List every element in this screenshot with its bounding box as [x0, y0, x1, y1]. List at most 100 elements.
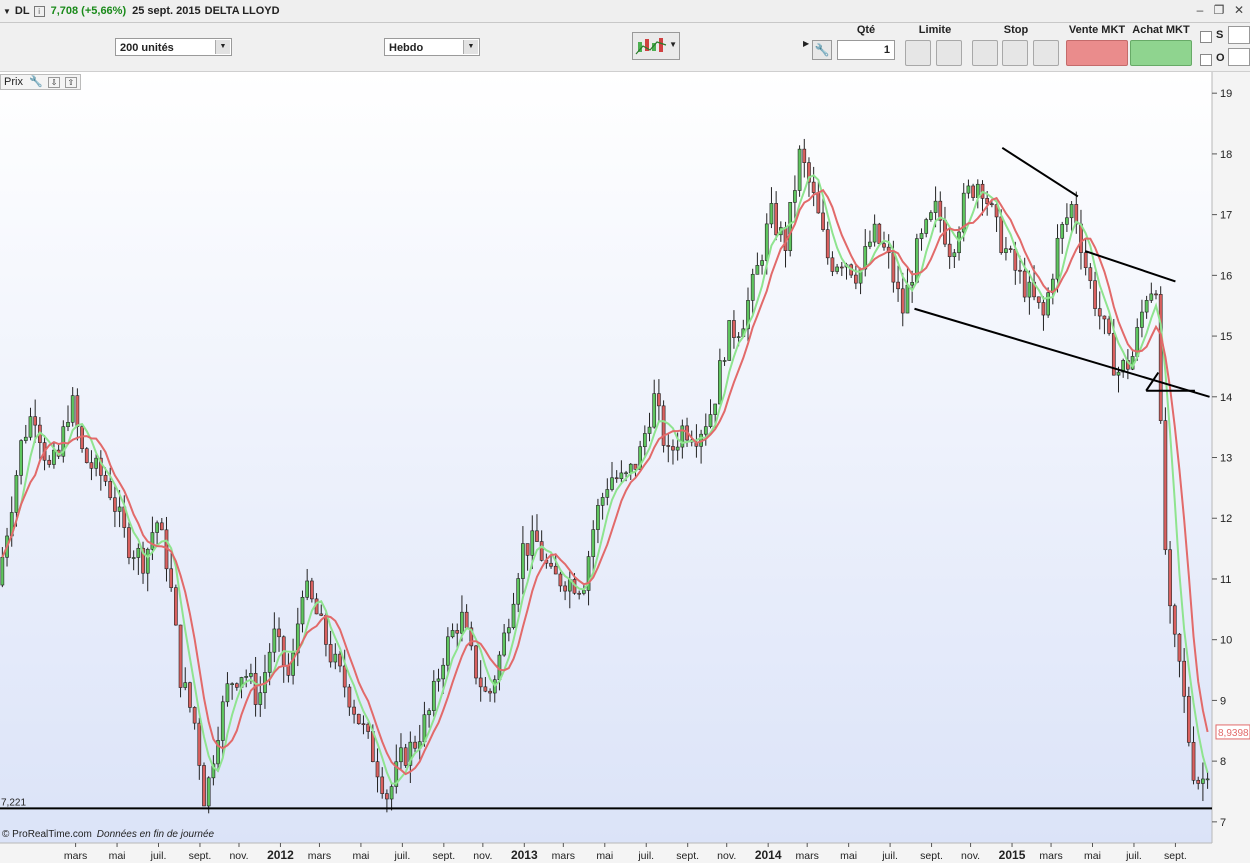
candle-body [272, 628, 277, 653]
minimize-icon[interactable]: – [1193, 3, 1207, 17]
s-checkbox[interactable] [1200, 31, 1212, 43]
symbol-label[interactable]: DL [15, 5, 30, 17]
candle-body [516, 578, 521, 605]
time-tick-label: sept. [676, 850, 699, 862]
chart-style-button[interactable]: ▼ [632, 32, 680, 60]
candle-body [375, 761, 380, 778]
candle-body [628, 463, 633, 474]
candle-body [1149, 293, 1154, 301]
candle-body [811, 181, 816, 193]
time-tick-label: nov. [717, 850, 736, 862]
candle-body [718, 360, 722, 405]
time-tick-label: juil. [881, 850, 898, 862]
candle-body [802, 148, 807, 163]
candle-body [929, 212, 933, 220]
quantity-select[interactable]: 200 unités ▼ [115, 38, 232, 56]
candle-body [197, 722, 202, 766]
data-note: Données en fin de journée [96, 829, 215, 840]
stop-label: Stop [1003, 24, 1029, 36]
candle-body [872, 223, 877, 243]
chevron-down-icon: ▼ [669, 40, 677, 49]
candle-body [764, 223, 769, 261]
close-icon[interactable]: ✕ [1232, 3, 1246, 17]
instrument-name: DELTA LLOYD [204, 5, 280, 17]
candle-body [347, 686, 352, 708]
candle-body [234, 683, 239, 688]
info-icon[interactable]: i [33, 5, 45, 17]
stop-buy-button[interactable] [972, 40, 998, 66]
time-tick-label: mai [1084, 850, 1101, 862]
time-tick-label: sept. [189, 850, 212, 862]
candle-body [760, 260, 764, 266]
candle-body [1004, 248, 1008, 253]
qty-input[interactable]: 1 [837, 40, 895, 60]
candle-body [220, 701, 225, 741]
wrench-icon[interactable]: 🔧 [812, 40, 832, 60]
candle-body [328, 644, 333, 663]
candle-body [431, 680, 436, 711]
candle-body [947, 243, 952, 258]
time-tick-label: mars [552, 850, 575, 862]
price-chart[interactable]: 7 8 9 10 11 12 13 14 15 16 17 18 19 mars mai juil. sept… [0, 72, 1250, 863]
price-tick-label: 11 [1220, 574, 1231, 586]
restore-icon[interactable]: ❐ [1212, 3, 1226, 17]
time-tick-label: sept. [1164, 850, 1187, 862]
candle-body [511, 603, 516, 628]
s-input[interactable] [1228, 26, 1250, 44]
wrench-icon[interactable]: 🔧 [29, 76, 43, 88]
stop-alt-button[interactable] [1033, 40, 1059, 66]
candle-body [535, 530, 539, 542]
candle-body [1008, 248, 1013, 250]
o-label: O [1216, 52, 1225, 64]
candle-body [474, 645, 478, 679]
candle-body [896, 281, 900, 290]
candle-body [338, 653, 342, 667]
candle-body [258, 692, 263, 705]
candle-body [14, 475, 19, 513]
symbol-menu-icon[interactable]: ▼ [3, 7, 11, 16]
time-tick-label: mai [840, 850, 857, 862]
candle-body [708, 414, 713, 427]
candle-body [66, 421, 70, 428]
candle-body [1097, 308, 1102, 317]
candle-body [103, 475, 108, 482]
candle-body [192, 707, 197, 724]
o-input[interactable] [1228, 48, 1250, 66]
candle-body [1060, 224, 1065, 239]
candle-body [966, 185, 971, 194]
price-tick-label: 12 [1220, 513, 1232, 525]
candle-body [450, 630, 455, 638]
price-axis-background [1212, 72, 1250, 863]
candle-body [94, 457, 98, 469]
limit-sell-button[interactable] [936, 40, 962, 66]
candle-body [1154, 293, 1158, 296]
candle-body [591, 529, 596, 557]
period-select[interactable]: Hebdo ▼ [384, 38, 480, 56]
price-tick-label: 9 [1220, 695, 1226, 707]
sell-market-button[interactable] [1066, 40, 1128, 66]
stop-sell-button[interactable] [1002, 40, 1028, 66]
buy-market-button[interactable] [1130, 40, 1192, 66]
panel-up-icon[interactable]: ⇧ [64, 77, 78, 88]
candle-body [366, 723, 370, 732]
panel-down-icon[interactable]: ⇩ [47, 77, 61, 88]
candle-body [446, 636, 450, 666]
o-checkbox[interactable] [1200, 54, 1212, 66]
candle-body [1205, 778, 1210, 781]
candle-body [797, 148, 802, 191]
candle-body [188, 682, 192, 708]
candle-body [380, 776, 385, 794]
candle-body [1083, 252, 1088, 269]
candle-body [624, 472, 628, 475]
candle-body [647, 426, 652, 434]
panel-collapse-icon[interactable]: ▶ [803, 39, 809, 48]
chart-panel-header: Prix 🔧 ⇩ ⇧ [0, 74, 82, 90]
candle-body [727, 320, 732, 361]
candle-body [563, 585, 567, 592]
candle-body [919, 233, 924, 239]
limit-buy-button[interactable] [905, 40, 931, 66]
title-bar: ▼ DL i 7,708 (+5,66%) 25 sept. 2015 DELT… [0, 0, 1250, 23]
candle-body [619, 472, 624, 480]
candle-body [1116, 371, 1121, 376]
candle-body [145, 548, 150, 574]
